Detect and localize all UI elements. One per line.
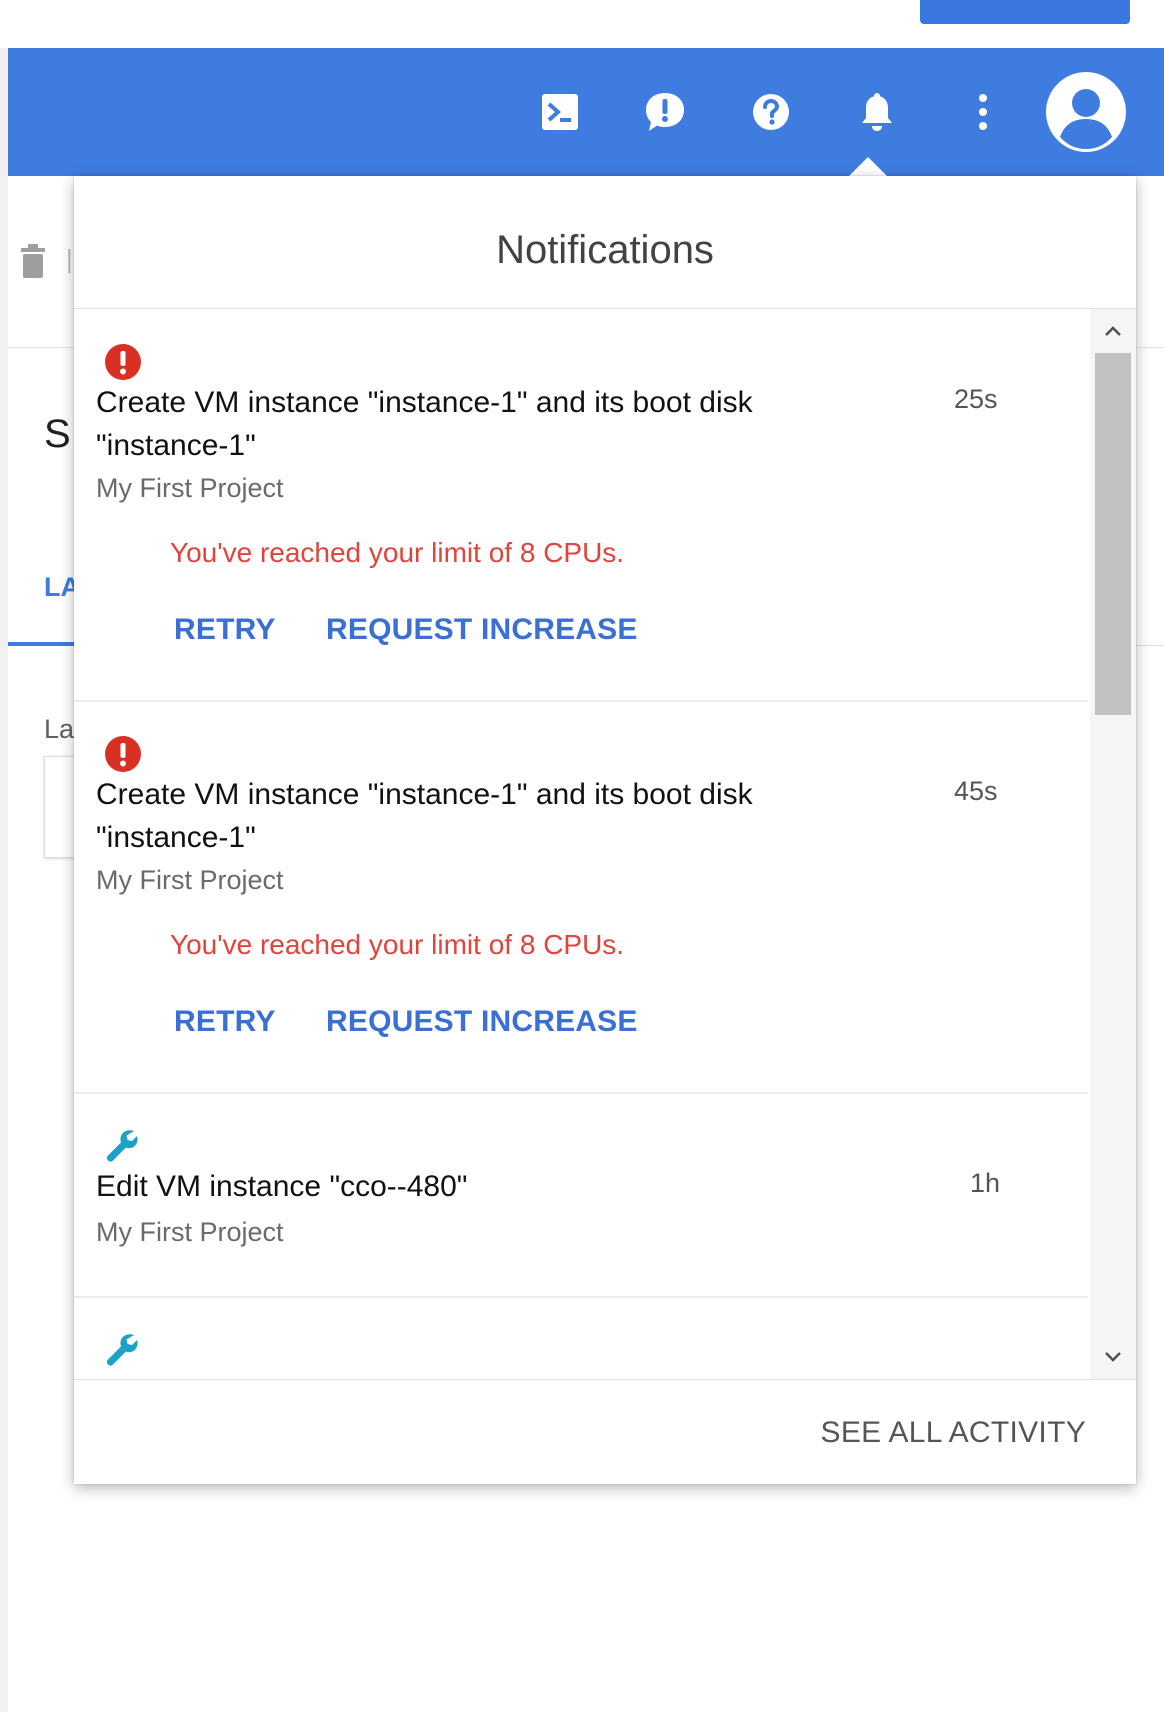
more-vert-icon[interactable] xyxy=(953,48,1013,176)
request-increase-button[interactable]: REQUEST INCREASE xyxy=(326,1005,638,1039)
notifications-panel: Notifications Create VM instance "instan… xyxy=(74,176,1136,1484)
notifications-title: Notifications xyxy=(496,227,714,272)
background-tab[interactable]: LA xyxy=(44,572,78,603)
notification-title: Create VM instance "instance-1" and its … xyxy=(96,778,753,854)
notification-item[interactable] xyxy=(74,1298,1088,1379)
retry-button[interactable]: RETRY xyxy=(174,613,276,647)
notification-time: 25s xyxy=(954,384,998,414)
scroll-up-arrow-icon[interactable] xyxy=(1090,309,1136,353)
background-tab-indicator xyxy=(8,642,78,646)
notifications-footer: SEE ALL ACTIVITY xyxy=(74,1379,1136,1485)
top-strip xyxy=(0,0,1164,48)
help-icon[interactable] xyxy=(741,48,801,176)
notifications-list: Create VM instance "instance-1" and its … xyxy=(74,309,1088,1379)
scrollbar-thumb[interactable] xyxy=(1095,353,1131,715)
wrench-icon xyxy=(104,1127,140,1168)
retry-button[interactable]: RETRY xyxy=(174,1005,276,1039)
delete-icon[interactable] xyxy=(18,244,48,283)
top-partial-button[interactable] xyxy=(920,0,1130,24)
request-increase-button[interactable]: REQUEST INCREASE xyxy=(326,613,638,647)
cloud-shell-icon[interactable] xyxy=(530,48,590,176)
notification-project: My First Project xyxy=(96,473,284,503)
scroll-down-arrow-icon[interactable] xyxy=(1090,1335,1136,1379)
notification-project: My First Project xyxy=(96,1217,284,1247)
notification-item[interactable]: Create VM instance "instance-1" and its … xyxy=(74,702,1088,1094)
notification-time: 1h xyxy=(970,1168,1001,1198)
notification-item[interactable]: Edit VM instance "cco--480" 1h My First … xyxy=(74,1094,1088,1298)
background-label: La xyxy=(44,714,75,744)
notifications-header: Notifications xyxy=(74,176,1136,309)
notifications-scrollbar[interactable] xyxy=(1090,309,1136,1379)
error-icon xyxy=(104,343,142,386)
background-heading: S xyxy=(44,412,71,456)
see-all-activity-link[interactable]: SEE ALL ACTIVITY xyxy=(821,1416,1086,1450)
notification-time: 45s xyxy=(954,776,998,806)
account-avatar-icon[interactable] xyxy=(1042,48,1130,176)
notification-item[interactable]: Create VM instance "instance-1" and its … xyxy=(74,309,1088,702)
popup-caret xyxy=(848,157,888,177)
notification-project: My First Project xyxy=(96,865,284,895)
notification-title: Create VM instance "instance-1" and its … xyxy=(96,386,753,462)
notification-title: Edit VM instance "cco--480" xyxy=(96,1170,468,1203)
notification-error-message: You've reached your limit of 8 CPUs. xyxy=(170,929,625,960)
error-icon xyxy=(104,735,142,778)
feedback-icon[interactable] xyxy=(635,48,695,176)
wrench-icon xyxy=(104,1331,140,1372)
app-bar xyxy=(8,48,1164,176)
notification-error-message: You've reached your limit of 8 CPUs. xyxy=(170,537,625,568)
